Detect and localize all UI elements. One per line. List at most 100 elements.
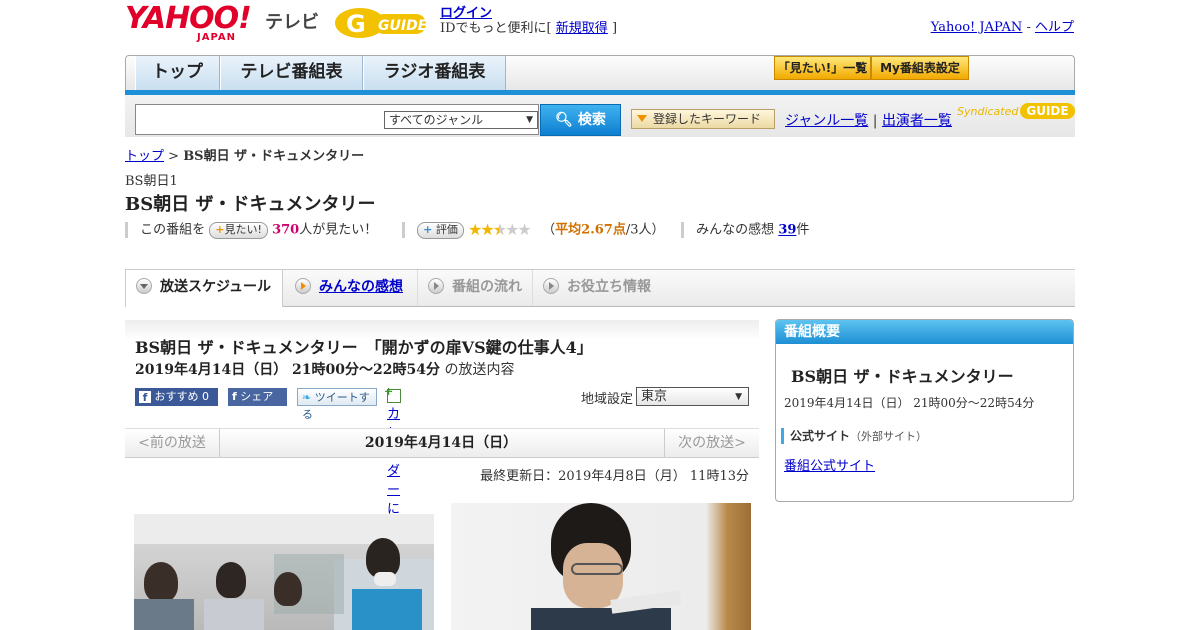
stat-separator [402,222,406,238]
episode-datetime: 2019年4月14日（日） 21時00分～22時54分 の放送内容 [135,359,514,379]
nav-tab-radio-schedule[interactable]: ラジオ番組表 [363,56,506,90]
episode-title: BS朝日 ザ・ドキュメンタリー 「開かずの扉VS鍵の仕事人4」 [135,338,593,357]
yahoo-japan-logo[interactable]: YAHOO! JAPAN [125,4,252,44]
last-updated: 最終更新日：2019年4月8日（月） 11時13分 [480,469,749,484]
episode-datetime-value: 2019年4月14日（日） 21時00分～22時54分 [135,362,440,378]
gguide-logo[interactable]: G GUIDE [334,6,430,40]
official-site-heading: 公式サイト（外部サイト） [781,428,927,444]
japan-logo-text: JAPAN [197,32,236,43]
facebook-recommend-button[interactable]: f おすすめ 0 [135,388,218,406]
login-link[interactable]: ログイン [440,6,492,21]
impressions-suffix: 件 [796,222,810,238]
panel-program-title: BS朝日 ザ・ドキュメンタリー [791,367,1014,386]
star-icon: ★ [480,220,494,239]
area-label: 地域設定 [581,392,634,407]
area-select-value: 東京 [641,389,668,404]
keyword-button-label: 登録したキーワード [653,112,762,126]
plus-icon: + [215,222,225,236]
login-area: ログイン IDでもっと便利に[ 新規取得 ] [440,6,617,36]
search-button[interactable]: 🔍︎ 検索 [540,104,621,136]
plus-icon: + [423,222,433,236]
link-divider: | [872,113,878,129]
genre-select[interactable]: すべてのジャンル ▼ [384,111,538,129]
breadcrumb: トップ > BS朝日 ザ・ドキュメンタリー [125,145,364,164]
share-label: シェア [240,390,274,403]
panel-header: 番組概要 [776,320,1073,344]
program-photo-2 [451,503,751,630]
syndicated-gguide: Syndicated GUIDE [957,103,1075,119]
rating-average: 平均2.67点 [555,222,626,238]
facebook-share-button[interactable]: f シェア [228,388,287,406]
facebook-icon: f [139,391,151,404]
header-links: Yahoo! JAPAN - ヘルプ [931,16,1074,35]
breadcrumb-separator: > [164,149,184,164]
program-photo-1 [134,514,434,630]
signup-link[interactable]: 新規取得 [556,21,608,36]
rating-people: /3人） [625,222,665,238]
mitai-button-label: 見たい! [224,222,262,236]
rating-button-label: 評価 [435,222,458,236]
mitai-suffix: 人が見たい！ [299,222,378,238]
genre-select-value: すべてのジャンル [389,113,484,127]
tab-label: お役立ち情報 [567,279,651,295]
prev-broadcast-button[interactable]: <前の放送 [125,429,220,457]
tab-label: みんなの感想 [319,279,403,295]
login-close: ] [611,21,618,36]
official-site-label: 公式サイト [790,429,851,443]
rating-open-paren: （ [542,222,556,238]
mitai-count: 370 [272,222,300,238]
breadcrumb-current: BS朝日 ザ・ドキュメンタリー [183,149,365,164]
mitai-list-button[interactable]: 「見たい!」一覧 [774,56,871,80]
channel-name: BS朝日1 [125,174,178,189]
impressions-label: みんなの感想 [696,222,775,238]
breadcrumb-top-link[interactable]: トップ [125,149,164,164]
content-tabs: 放送スケジュール みんなの感想 番組の流れ お役立ち情報 [125,269,1075,307]
recommend-label: おすすめ 0 [154,390,210,403]
syndicated-text: Syndicated [957,105,1019,118]
calendar-icon: + [384,385,401,403]
circle-arrow-icon [136,278,152,294]
registered-keywords-button[interactable]: 登録したキーワード [631,109,775,129]
stat-separator [681,222,685,238]
search-button-label: 検索 [577,112,606,128]
tv-logo-text[interactable]: テレビ [265,8,319,34]
nav-tab-top[interactable]: トップ [135,56,220,90]
dropdown-arrow-icon: ▼ [735,392,742,402]
dropdown-arrow-icon: ▼ [526,115,533,125]
star-empty-icon: ★ [517,220,531,239]
next-broadcast-button[interactable]: 次の放送> [664,429,759,457]
nav-tab-tv-schedule[interactable]: テレビ番組表 [220,56,363,90]
tab-program-flow[interactable]: 番組の流れ [417,270,532,306]
gguide-small-logo: GUIDE [1020,103,1075,119]
area-select[interactable]: 東京 ▼ [636,387,749,406]
tab-broadcast-schedule[interactable]: 放送スケジュール [125,270,283,307]
help-link[interactable]: ヘルプ [1035,20,1074,35]
panel-program-datetime: 2019年4月14日（日） 21時00分～22時54分 [784,396,1035,410]
tab-useful-info[interactable]: お役立ち情報 [532,270,663,306]
main-nav: トップ テレビ番組表 ラジオ番組表 「見たい!」一覧 My番組表設定 [125,55,1075,93]
mitai-button[interactable]: +見たい! [209,221,268,239]
facebook-icon: f [232,390,237,403]
external-site-note: （外部サイト） [850,430,928,443]
triangle-down-icon [637,115,647,122]
pager-date: 2019年4月14日（日） [364,435,518,451]
yahoo-japan-link[interactable]: Yahoo! JAPAN [931,20,1023,35]
star-icon: ★ [468,220,482,239]
circle-arrow-icon [543,278,559,294]
svg-text:G: G [346,10,366,38]
rating-button[interactable]: + 評価 [417,221,464,239]
cast-list-link[interactable]: 出演者一覧 [882,113,952,129]
tab-impressions[interactable]: みんなの感想 [285,270,415,306]
star-rating: ★★★★★ [468,220,532,239]
star-half-icon: ★ [492,220,507,239]
my-schedule-button[interactable]: My番組表設定 [871,56,969,80]
episode-datetime-suffix: の放送内容 [444,362,515,378]
circle-arrow-icon [295,278,311,294]
official-site-link[interactable]: 番組公式サイト [784,455,875,474]
tweet-button[interactable]: ❧ ツイートする [297,388,377,421]
stat-separator [125,222,128,238]
twitter-bird-icon: ❧ [302,391,312,404]
star-empty-icon: ★ [505,220,519,239]
genre-list-link[interactable]: ジャンル一覧 [785,113,868,129]
impressions-count-link[interactable]: 39 [778,223,796,238]
